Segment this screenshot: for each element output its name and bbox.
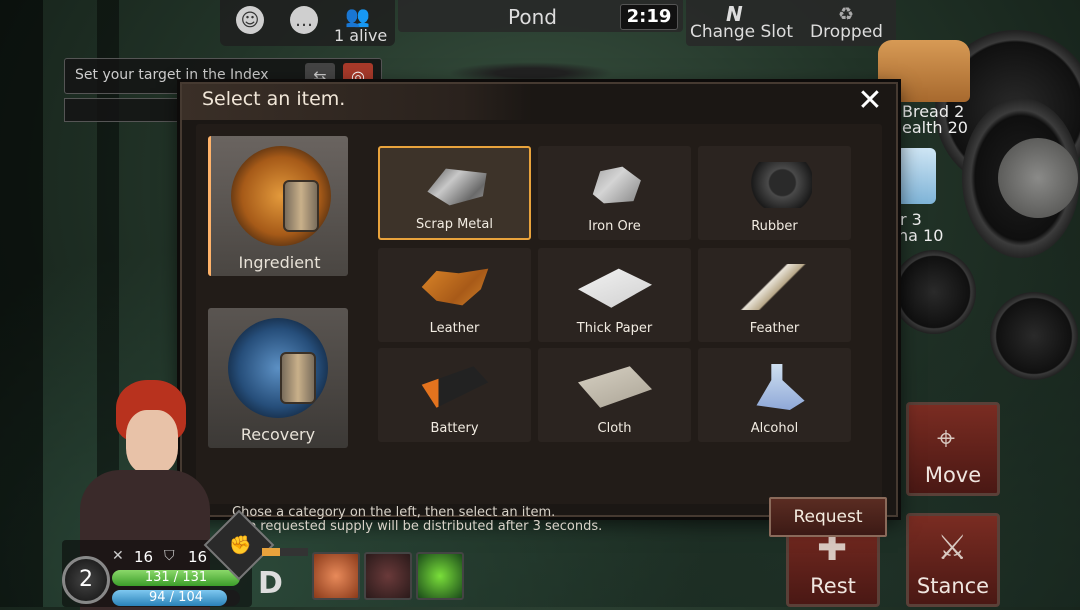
gear-knob-icon	[998, 138, 1078, 218]
rank-letter: D	[258, 566, 283, 601]
alive-count: 1 alive	[334, 26, 388, 45]
water-bottle-icon[interactable]	[896, 148, 936, 204]
feather-icon	[738, 264, 812, 310]
scrap-metal-icon	[427, 168, 487, 206]
chat-icon[interactable]: …	[290, 6, 318, 34]
move-label: Move	[924, 463, 982, 487]
crossed-swords-icon: ⚔	[937, 528, 968, 568]
dialog-title: Select an item.	[202, 88, 346, 110]
rubber-icon	[738, 162, 812, 208]
attack-icon: ✕	[112, 548, 124, 564]
item-alcohol[interactable]: Alcohol	[698, 348, 851, 442]
item-label: Leather	[429, 321, 480, 336]
players-icon: 👥	[345, 4, 370, 28]
ingredient-capsule-icon	[231, 146, 331, 246]
face	[126, 410, 178, 474]
attack-value: 16	[134, 548, 154, 566]
item-label: Rubber	[751, 219, 798, 234]
item-leather[interactable]: Leather	[378, 248, 531, 342]
item-label: Battery	[430, 421, 479, 436]
thick-paper-icon	[578, 268, 652, 308]
emote-icon[interactable]: ☺	[236, 6, 264, 34]
defense-value: 16	[188, 548, 208, 566]
battery-icon	[421, 366, 489, 408]
drone-icon	[448, 62, 614, 84]
item-iron-ore[interactable]: Iron Ore	[538, 146, 691, 240]
target-dropdown[interactable]	[64, 98, 194, 122]
request-button[interactable]: Request	[769, 497, 887, 537]
item-label: Feather	[749, 321, 800, 336]
social-bar: ☺ … 👥 1 alive	[220, 0, 395, 46]
dialog-body: Ingredient Recovery Scrap Metal Iron Ore…	[196, 124, 887, 537]
player-level: 2	[62, 556, 110, 604]
map-pin-icon: ⌖	[937, 419, 956, 457]
instructions: Chose a category on the left, then selec…	[232, 506, 602, 534]
item-rubber[interactable]: Rubber	[698, 146, 851, 240]
instruction-line: Chose a category on the left, then selec…	[232, 505, 556, 520]
leather-icon	[421, 268, 489, 306]
iron-ore-icon	[592, 166, 641, 204]
timer: 2:19	[620, 4, 678, 30]
change-slot-button[interactable]: Change Slot	[690, 22, 793, 42]
bread-stat: Health 20	[890, 118, 968, 137]
item-cloth[interactable]: Cloth	[538, 348, 691, 442]
gear-dial	[962, 98, 1080, 258]
item-thick-paper[interactable]: Thick Paper	[538, 248, 691, 342]
exp-bar-fill	[262, 548, 281, 556]
exp-bar	[262, 548, 308, 556]
stance-button[interactable]: ⚔ Stance	[906, 513, 1000, 607]
target-placeholder: Set your target in the Index	[75, 67, 269, 83]
hp-text: 131 / 131	[144, 570, 208, 585]
item-label: Alcohol	[750, 421, 799, 436]
location-name: Pond	[508, 5, 557, 29]
recovery-capsule-icon	[228, 318, 328, 418]
item-label: Scrap Metal	[416, 217, 493, 232]
item-battery[interactable]: Battery	[378, 348, 531, 442]
stance-label: Stance	[916, 574, 990, 598]
item-label: Iron Ore	[588, 219, 641, 234]
sp-text: 94 / 104	[149, 590, 203, 605]
item-request-dialog: Select an item. ✕ Ingredient Recovery Sc…	[180, 82, 898, 537]
rest-label: Rest	[810, 574, 856, 598]
sp-bar: 94 / 104	[112, 590, 240, 606]
category-ingredient[interactable]: Ingredient	[208, 136, 348, 276]
skill-punch-icon[interactable]	[312, 552, 360, 600]
shield-icon: ⛉	[164, 548, 175, 564]
close-button[interactable]: ✕	[854, 86, 886, 118]
item-feather[interactable]: Feather	[698, 248, 851, 342]
category-label: Ingredient	[238, 253, 321, 272]
slot-dial-left[interactable]	[892, 250, 976, 334]
instruction-line: The requested supply will be distributed…	[232, 519, 603, 534]
move-button[interactable]: ⌖ Move	[906, 402, 1000, 496]
water-stat: na 10	[898, 226, 944, 245]
item-label: Thick Paper	[576, 321, 653, 336]
slot-bar: N Change Slot ♻ Dropped	[686, 0, 896, 46]
cloth-icon	[578, 366, 652, 408]
hp-bar: 131 / 131	[112, 570, 240, 586]
category-recovery[interactable]: Recovery	[208, 308, 348, 448]
skill-virus-icon[interactable]	[416, 552, 464, 600]
skill-slot-icon[interactable]	[364, 552, 412, 600]
alcohol-icon	[756, 364, 805, 410]
category-label: Recovery	[240, 425, 316, 444]
item-scrap-metal[interactable]: Scrap Metal	[378, 146, 531, 240]
slot-dial-right[interactable]	[990, 292, 1078, 380]
fist-icon: ✊	[229, 535, 252, 556]
item-label: Cloth	[597, 421, 632, 436]
dropped-button[interactable]: Dropped	[810, 22, 883, 42]
